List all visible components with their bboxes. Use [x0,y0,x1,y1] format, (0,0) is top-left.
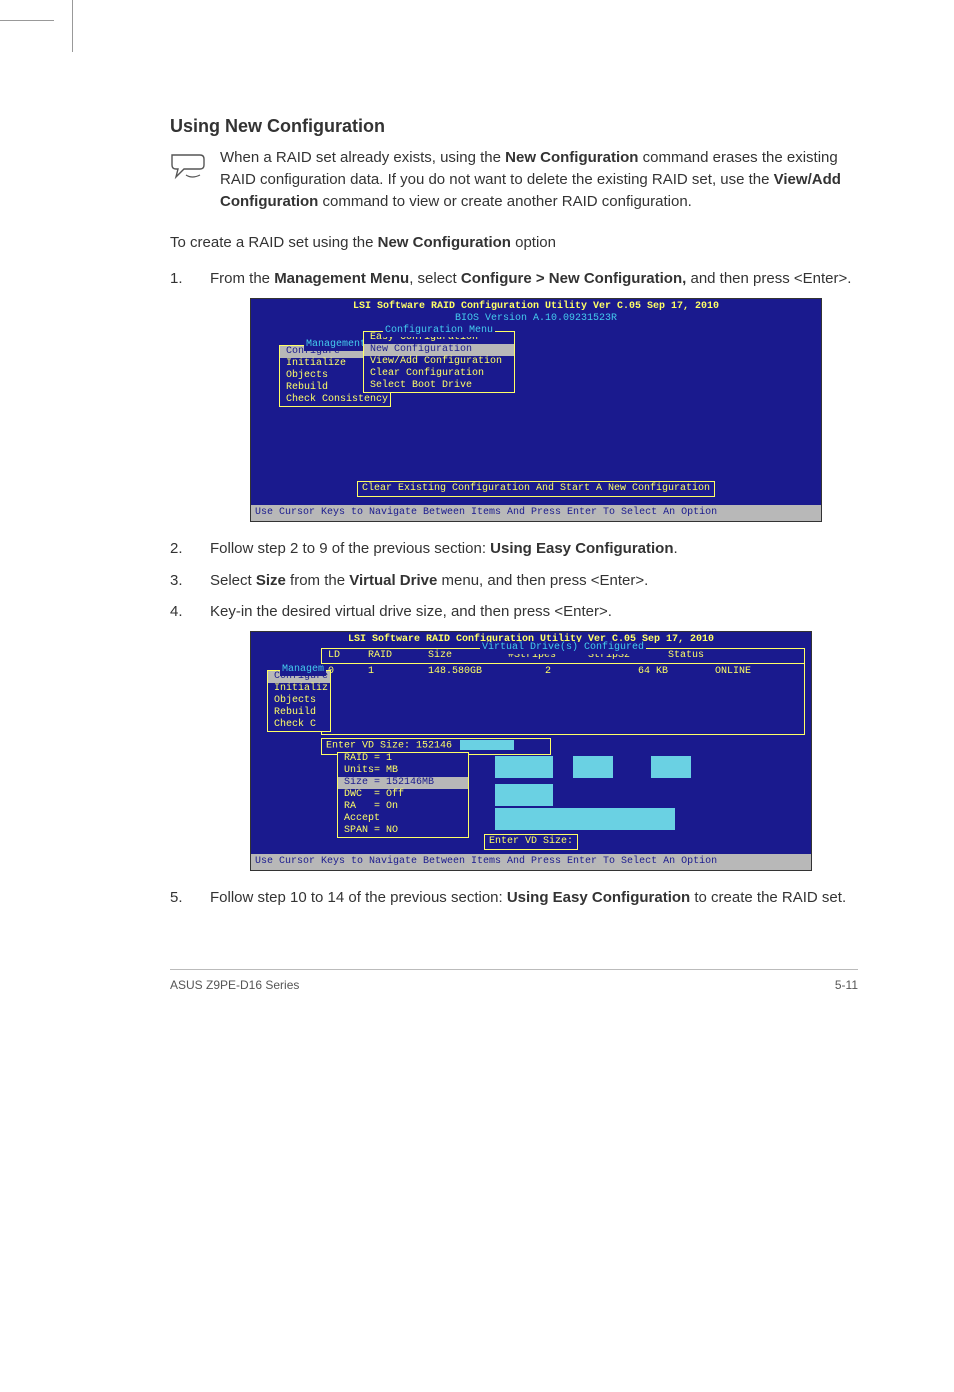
bios-footer-hint: Use Cursor Keys to Navigate Between Item… [251,505,821,521]
prop-raid: RAID = 1 [338,753,468,765]
prop-accept[interactable]: Accept [338,813,468,825]
product-name: ASUS Z9PE-D16 Series [170,978,299,992]
menu-title: Management [304,339,368,351]
step-2: Follow step 2 to 9 of the previous secti… [170,538,858,560]
menu-item-check[interactable]: Check C [268,719,330,731]
prop-dwc: DWC = Off [338,789,468,801]
section-heading: Using New Configuration [170,116,858,137]
prop-size[interactable]: Size = 152146MB [338,777,468,789]
table-row: 0 1 148.580GB 2 64 KB ONLINE [322,664,804,680]
cfg-item-select-boot[interactable]: Select Boot Drive [364,380,514,392]
configuration-menu: Configuration Menu Easy Configuration Ne… [363,331,515,393]
bios-hint: Enter VD Size: [484,834,578,850]
col-status: Status [668,650,798,662]
page-number: 5-11 [835,978,858,992]
note-text: When a RAID set already exists, using th… [220,147,858,212]
prop-ra: RA = On [338,801,468,813]
menu-item-initialize[interactable]: Initializ [268,683,330,695]
bios-screenshot-2: LSI Software RAID Configuration Utility … [250,631,812,871]
cfg-item-clear[interactable]: Clear Configuration [364,368,514,380]
menu-title: Configuration Menu [383,325,495,337]
menu-item-objects[interactable]: Objects [268,695,330,707]
prop-units: Units= MB [338,765,468,777]
management-menu-cut: Managem Configure Initializ Objects Rebu… [267,670,331,732]
bios-screenshot-1: LSI Software RAID Configuration Utility … [250,298,822,522]
step-3: Select Size from the Virtual Drive menu,… [170,570,858,592]
page-footer: ASUS Z9PE-D16 Series 5-11 [170,969,858,992]
cfg-item-new[interactable]: New Configuration [364,344,514,356]
vd-table-body: 0 1 148.580GB 2 64 KB ONLINE [321,664,805,735]
note-block: When a RAID set already exists, using th… [170,147,858,212]
menu-item-check-consistency[interactable]: Check Consistency [280,394,390,406]
bios-footer-hint: Use Cursor Keys to Navigate Between Item… [251,854,811,870]
bios-hint: Clear Existing Configuration And Start A… [357,481,715,497]
note-icon [170,153,206,186]
intro-paragraph: To create a RAID set using the New Confi… [170,232,858,254]
col-raid: RAID [368,650,428,662]
bios-title: LSI Software RAID Configuration Utility … [251,301,821,313]
menu-item-rebuild[interactable]: Rebuild [268,707,330,719]
vd-table-title: Virtual Drive(s) Configured [480,642,646,654]
menu-title: Managem [280,664,326,676]
cfg-item-view-add[interactable]: View/Add Configuration [364,356,514,368]
step-5: Follow step 10 to 14 of the previous sec… [170,887,858,909]
step-4: Key-in the desired virtual drive size, a… [170,601,858,871]
vd-properties: RAID = 1 Units= MB Size = 152146MB DWC =… [337,752,469,838]
bios-version: BIOS Version A.10.09231523R [251,313,821,325]
input-cursor-block [460,740,514,750]
step-1: From the Management Menu, select Configu… [170,268,858,522]
col-ld: LD [328,650,368,662]
vd-table-header: Virtual Drive(s) Configured LD RAID Size… [321,648,805,664]
